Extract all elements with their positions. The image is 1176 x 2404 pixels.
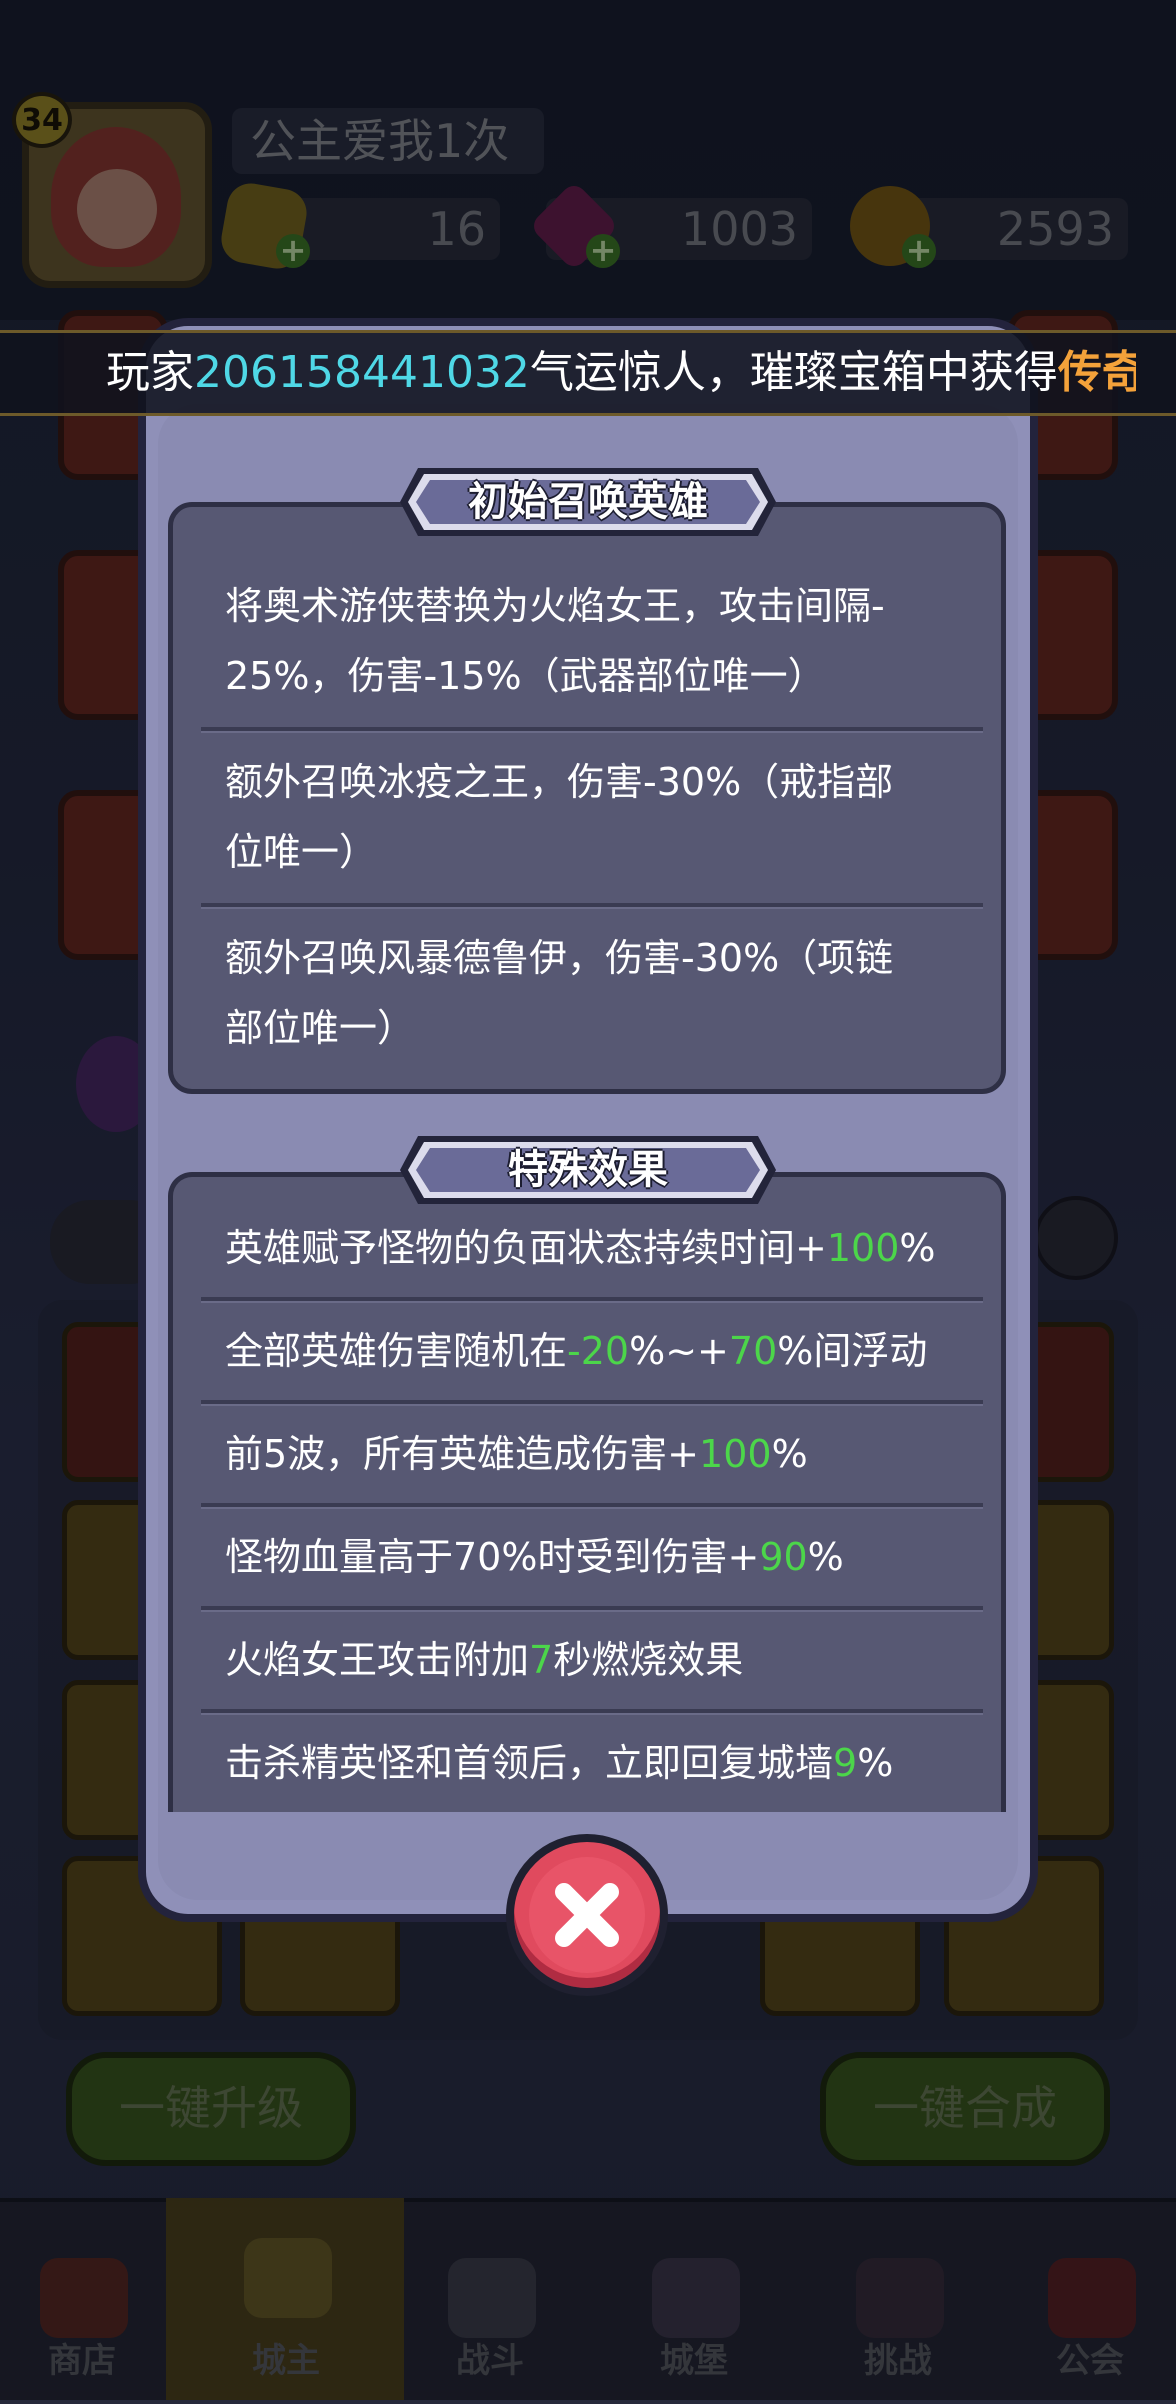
summon-heroes-section: 将奥术游侠替换为火焰女王，攻击间隔- 25%，伤害-15%（武器部位唯一） 额外…: [168, 502, 1006, 1094]
effect-text: %: [771, 1432, 808, 1476]
close-button[interactable]: [506, 1834, 668, 1996]
ticker-middle: 气运惊人，璀璨宝箱中获得: [529, 347, 1058, 398]
effect-value: 70: [728, 1329, 778, 1373]
special-effect-item: 全部英雄伤害随机在-20%~+70%间浮动: [225, 1316, 945, 1386]
divider: [201, 1709, 983, 1715]
effect-text: 英雄赋予怪物的负面状态持续时间+: [225, 1226, 827, 1270]
divider: [201, 727, 983, 733]
effect-text: %~+: [629, 1329, 729, 1373]
special-effects-section: 英雄赋予怪物的负面状态持续时间+100% 全部英雄伤害随机在-20%~+70%间浮…: [168, 1172, 1006, 1812]
special-effect-item: 击杀精英怪和首领后，立即回复城墙9%: [225, 1728, 945, 1798]
effect-value: 100: [699, 1432, 772, 1476]
ticker-player-id: 206158441032: [194, 347, 530, 398]
section-title-banner: 特殊效果: [398, 1134, 778, 1206]
ticker-prefix: 玩家: [106, 347, 194, 398]
special-effect-item: 火焰女王攻击附加7秒燃烧效果: [225, 1625, 945, 1695]
section-title: 初始召唤英雄: [468, 479, 708, 525]
divider: [201, 903, 983, 909]
summon-effect-2-line2: 位唯一）: [225, 830, 378, 874]
divider: [201, 1503, 983, 1509]
effect-text: %: [857, 1741, 894, 1785]
effect-value: 100: [826, 1226, 900, 1270]
summon-effect-1-line2: 25%，伤害-15%（武器部位唯一）: [225, 654, 826, 698]
broadcast-ticker: 玩家206158441032气运惊人，璀璨宝箱中获得传奇: [0, 330, 1176, 416]
section-title-banner: 初始召唤英雄: [398, 466, 778, 538]
special-effect-item: 怪物血量高于70%时受到伤害+90%: [225, 1522, 945, 1592]
special-effect-item: 英雄赋予怪物的负面状态持续时间+100%: [225, 1213, 945, 1283]
effect-text: 前5波，所有英雄造成伤害+: [225, 1432, 700, 1476]
ticker-message: 玩家206158441032气运惊人，璀璨宝箱中获得传奇: [106, 333, 1136, 413]
close-icon: [529, 1857, 645, 1973]
effect-text: %: [807, 1535, 844, 1579]
summon-effect-3-line1: 额外召唤风暴德鲁伊，伤害-30%（项链: [225, 936, 894, 980]
effect-value: 7: [529, 1638, 554, 1682]
special-effect-item: 前5波，所有英雄造成伤害+100%: [225, 1419, 945, 1489]
ticker-rarity: 传奇: [1057, 347, 1136, 398]
summon-effect-3: 额外召唤风暴德鲁伊，伤害-30%（项链 部位唯一）: [225, 923, 945, 1063]
divider: [201, 1400, 983, 1406]
effect-value: -20: [567, 1329, 630, 1373]
effect-text: 秒燃烧效果: [553, 1638, 744, 1682]
effect-value: 9: [833, 1741, 858, 1785]
effect-value: 90: [759, 1535, 808, 1579]
effect-text: %: [899, 1226, 936, 1270]
effect-text: 击杀精英怪和首领后，立即回复城墙: [225, 1741, 834, 1785]
summon-effect-3-line2: 部位唯一）: [225, 1006, 416, 1050]
effect-text: 全部英雄伤害随机在: [225, 1329, 568, 1373]
effect-text: 火焰女王攻击附加: [225, 1638, 530, 1682]
divider: [201, 1606, 983, 1612]
summon-effect-2: 额外召唤冰疫之王，伤害-30%（戒指部 位唯一）: [225, 747, 945, 887]
section-title: 特殊效果: [508, 1147, 668, 1193]
divider: [201, 1297, 983, 1303]
summon-effect-2-line1: 额外召唤冰疫之王，伤害-30%（戒指部: [225, 760, 894, 804]
effect-text: %间浮动: [777, 1329, 928, 1373]
summon-effect-1-line1: 将奥术游侠替换为火焰女王，攻击间隔-: [225, 584, 885, 628]
summon-effect-1: 将奥术游侠替换为火焰女王，攻击间隔- 25%，伤害-15%（武器部位唯一）: [225, 571, 945, 711]
effect-text: 怪物血量高于70%时受到伤害+: [225, 1535, 760, 1579]
